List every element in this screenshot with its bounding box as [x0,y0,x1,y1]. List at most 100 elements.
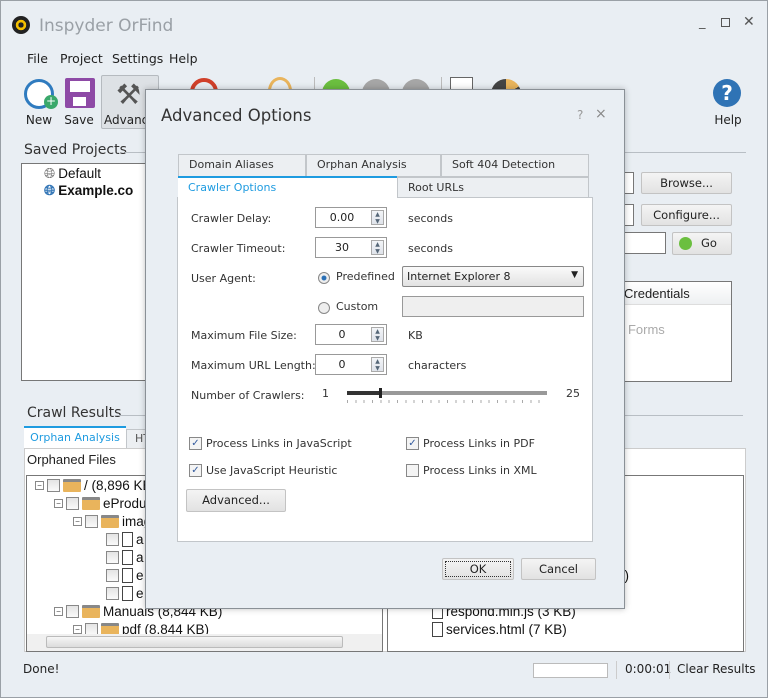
progress-bar [533,663,608,678]
cancel-button[interactable]: Cancel [521,558,596,580]
pdf-links-checkbox[interactable]: ✓ [406,437,419,450]
crawler-delay-label: Crawler Delay: [191,212,272,225]
file-icon [122,568,133,583]
horizontal-scrollbar[interactable] [27,634,382,651]
folder-icon [101,515,119,528]
menu-help[interactable]: Help [169,51,198,66]
tree-checkbox[interactable] [47,479,60,492]
predefined-radio[interactable] [318,272,330,284]
tree-checkbox[interactable] [66,605,79,618]
project-name: Default [58,166,101,181]
file-icon [432,622,443,637]
advanced-options-dialog: Advanced Options ? × Domain Aliases Orph… [145,89,625,609]
tools-icon: ⚒ [116,78,142,111]
crawler-delay-stepper[interactable]: 0.00 ▲ ▼ [315,207,387,228]
dialog-close-button[interactable]: × [595,106,607,122]
js-heuristic-label: Use JavaScript Heuristic [206,464,338,477]
status-text: Done! [23,662,60,676]
file-icon [122,550,133,565]
scrollbar-thumb[interactable] [46,636,343,648]
help-icon: ? [713,79,741,107]
browse-button[interactable]: Browse... [641,172,732,194]
file-icon [122,586,133,601]
crawler-timeout-label: Crawler Timeout: [191,242,286,255]
xml-links-checkbox[interactable] [406,464,419,477]
user-agent-select[interactable]: Internet Explorer 8 ▼ [402,266,584,287]
spinner-arrows-icon: ▲ ▼ [371,357,384,372]
play-icon [679,237,692,250]
tab-orphan-analysis[interactable]: Orphan Analysis [306,154,441,177]
max-file-size-stepper[interactable]: 0 ▲ ▼ [315,324,387,345]
max-url-length-label: Maximum URL Length: [191,359,316,372]
maximize-button[interactable] [721,18,730,27]
credentials-header[interactable]: Credentials [624,286,690,301]
slider-fill [347,391,381,395]
elapsed-time: 0:00:01 [625,662,672,676]
tree-item[interactable]: services.html (7 KB) [446,622,567,637]
menu-project[interactable]: Project [60,51,103,66]
slider-ticks [347,400,547,403]
tree-item[interactable]: eProdu [103,496,147,511]
spinner-arrows-icon: ▲ ▼ [371,240,384,255]
help-button[interactable]: ? Help [703,77,753,131]
globe-icon: 🌐︎ [44,165,56,181]
tab-root-urls[interactable]: Root URLs [397,177,589,199]
tree-checkbox[interactable] [66,497,79,510]
max-file-size-label: Maximum File Size: [191,329,297,342]
custom-radio[interactable] [318,302,330,314]
slider-thumb[interactable] [379,388,383,398]
tree-item[interactable]: e [136,568,144,583]
tab-domain-aliases[interactable]: Domain Aliases [178,154,306,177]
tab-orphan-analysis[interactable]: Orphan Analysis [24,426,126,449]
tree-checkbox[interactable] [106,551,119,564]
tree-item[interactable]: a [136,532,144,547]
ok-button[interactable]: OK [442,558,514,580]
dialog-title: Advanced Options [161,106,312,125]
spinner-arrows-icon: ▲ ▼ [371,327,384,342]
tree-item[interactable]: e [136,586,144,601]
menu-settings[interactable]: Settings [112,51,163,66]
js-heuristic-checkbox[interactable]: ✓ [189,464,202,477]
predefined-label: Predefined [336,270,395,283]
custom-label: Custom [336,300,379,313]
clear-results-button[interactable]: Clear Results [677,662,756,676]
configure-button[interactable]: Configure... [641,204,732,226]
dialog-help-button[interactable]: ? [577,108,583,122]
tree-checkbox[interactable] [106,533,119,546]
crawl-results-label: Crawl Results [27,405,122,421]
close-button[interactable]: ✕ [743,14,755,30]
forms-text: r Forms [620,322,665,337]
advanced-sub-button[interactable]: Advanced... [186,489,286,512]
file-icon [122,532,133,547]
tree-checkbox[interactable] [85,515,98,528]
save-button[interactable]: Save [54,75,104,129]
unit-label: seconds [408,212,453,225]
tab-crawler-options[interactable]: Crawler Options [178,176,397,199]
folder-icon [63,479,81,492]
orphaned-files-label: Orphaned Files [27,452,116,467]
app-logo-icon [12,16,30,34]
project-item-example[interactable]: 🌐︎ Example.co [44,182,133,199]
tab-soft-404[interactable]: Soft 404 Detection [441,154,589,177]
crawler-timeout-stepper[interactable]: 30 ▲ ▼ [315,237,387,258]
folder-icon [82,497,100,510]
project-name: Example.co [58,183,134,198]
go-button[interactable]: Go [672,232,732,255]
tree-checkbox[interactable] [106,569,119,582]
help-label: Help [714,113,742,127]
minimize-button[interactable]: _ [699,15,706,30]
unit-label: characters [408,359,467,372]
menu-file[interactable]: File [27,51,48,66]
crawlers-slider[interactable] [347,388,547,403]
project-item-default[interactable]: 🌐︎ Default [44,165,101,182]
window-title: Inspyder OrFind [39,16,174,36]
slider-max-label: 25 [566,387,580,400]
floppy-save-icon [65,78,95,108]
tree-checkbox[interactable] [106,587,119,600]
js-links-checkbox[interactable]: ✓ [189,437,202,450]
custom-user-agent-input[interactable] [402,296,584,317]
tree-item[interactable]: a [136,550,144,565]
max-url-length-stepper[interactable]: 0 ▲ ▼ [315,354,387,375]
go-label: Go [701,236,717,250]
user-agent-label: User Agent: [191,272,256,285]
